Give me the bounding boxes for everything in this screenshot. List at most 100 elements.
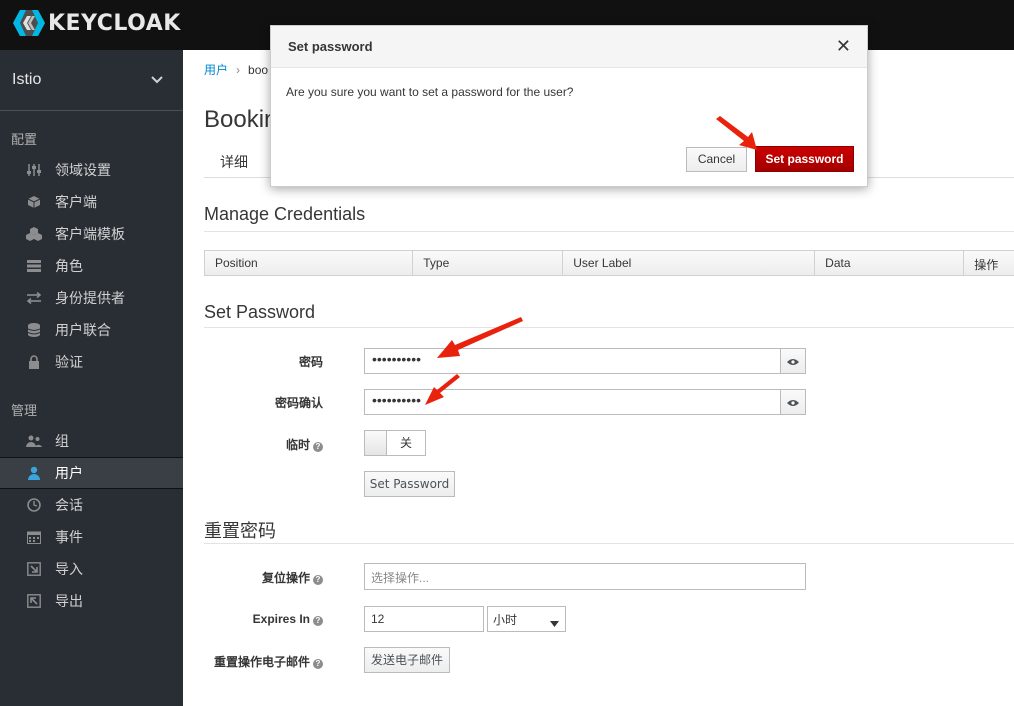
column-type: Type xyxy=(413,251,564,275)
sidebar: Istio 配置 领域设置 客户端 客户端模板 角色 身份提供者 用户联合 验证… xyxy=(0,50,183,706)
sidebar-item-label: 导出 xyxy=(55,593,83,609)
sidebar-item-authentication[interactable]: 验证 xyxy=(0,346,183,378)
column-position: Position xyxy=(205,251,414,275)
breadcrumb-separator: › xyxy=(236,63,241,77)
breadcrumb-users-link[interactable]: 用户 xyxy=(204,63,228,77)
divider xyxy=(204,231,1014,232)
sidebar-item-label: 验证 xyxy=(55,354,83,370)
sidebar-item-groups[interactable]: 组 xyxy=(0,425,183,457)
breadcrumb-current: boo xyxy=(248,63,269,77)
help-icon[interactable]: ? xyxy=(313,659,323,669)
sidebar-item-label: 用户 xyxy=(55,465,83,481)
dialog-message: Are you sure you want to set a password … xyxy=(286,85,574,99)
expires-unit-select[interactable]: 小时 xyxy=(487,606,566,632)
sidebar-item-label: 客户端 xyxy=(55,194,97,210)
column-actions: 操作 xyxy=(974,258,999,272)
keycloak-logo[interactable]: KEYCLOAK xyxy=(12,9,181,37)
reset-actions-label-row: 复位操作? xyxy=(183,569,323,586)
user-icon xyxy=(26,466,42,480)
sidebar-item-user-federation[interactable]: 用户联合 xyxy=(0,314,183,346)
password-confirm-field[interactable]: •••••••••• xyxy=(364,389,781,415)
set-password-dialog: Set password ✕ Are you sure you want to … xyxy=(270,25,868,187)
sidebar-item-users[interactable]: 用户 xyxy=(0,457,183,489)
chevron-down-icon xyxy=(550,616,559,630)
sidebar-section-config: 配置 xyxy=(11,132,38,147)
realm-selector[interactable]: Istio xyxy=(0,50,183,111)
sidebar-item-clients[interactable]: 客户端 xyxy=(0,186,183,218)
reset-password-heading: 重置密码 xyxy=(204,521,276,541)
sidebar-item-label: 用户联合 xyxy=(55,322,111,338)
realm-name: Istio xyxy=(12,71,42,88)
set-password-heading: Set Password xyxy=(204,302,316,322)
cubes-icon xyxy=(26,227,42,241)
breadcrumb: 用户 › boo xyxy=(204,61,268,78)
sidebar-item-sessions[interactable]: 会话 xyxy=(0,489,183,521)
sidebar-item-events[interactable]: 事件 xyxy=(0,521,183,553)
reset-email-label-row: 重置操作电子邮件? xyxy=(183,653,323,670)
reset-actions-label: 复位操作 xyxy=(261,571,310,585)
send-email-button[interactable]: 发送电子邮件 xyxy=(364,647,450,673)
database-icon xyxy=(26,323,42,337)
sidebar-item-label: 身份提供者 xyxy=(55,290,125,306)
toggle-knob xyxy=(365,431,387,455)
expires-in-label: Expires In xyxy=(252,612,310,626)
dialog-title: Set password xyxy=(288,39,373,54)
eye-icon xyxy=(787,354,799,369)
help-icon[interactable]: ? xyxy=(313,442,323,452)
expires-in-input[interactable]: 12 xyxy=(364,606,484,632)
password-field[interactable]: •••••••••• xyxy=(364,348,781,374)
sidebar-item-identity-providers[interactable]: 身份提供者 xyxy=(0,282,183,314)
sidebar-item-import[interactable]: 导入 xyxy=(0,553,183,585)
sidebar-item-roles[interactable]: 角色 xyxy=(0,250,183,282)
temporary-label-row: 临时? xyxy=(183,436,323,453)
exchange-icon xyxy=(26,291,42,305)
temporary-toggle[interactable]: 关 xyxy=(364,430,426,456)
temporary-label: 临时 xyxy=(285,438,310,452)
set-password-button[interactable]: Set Password xyxy=(364,471,455,497)
import-icon xyxy=(26,562,42,576)
sidebar-item-export[interactable]: 导出 xyxy=(0,585,183,617)
reset-email-label: 重置操作电子邮件 xyxy=(213,655,310,669)
reset-actions-select[interactable]: 选择操作... xyxy=(364,563,806,590)
cube-icon xyxy=(26,195,42,209)
sliders-icon xyxy=(26,163,42,177)
tab-details[interactable]: 详细 xyxy=(220,152,248,172)
column-user-label: User Label xyxy=(563,251,816,275)
page-title: Bookin xyxy=(204,106,278,133)
sidebar-item-label: 导入 xyxy=(55,561,83,577)
sidebar-item-label: 角色 xyxy=(55,258,83,274)
toggle-state: 关 xyxy=(399,436,412,450)
close-icon[interactable]: ✕ xyxy=(836,36,851,57)
cancel-button[interactable]: Cancel xyxy=(686,147,747,172)
manage-credentials-heading: Manage Credentials xyxy=(204,204,366,224)
divider xyxy=(204,543,1014,544)
list-icon xyxy=(26,259,42,273)
expires-unit-value: 小时 xyxy=(493,613,518,627)
help-icon[interactable]: ? xyxy=(313,616,323,626)
users-icon xyxy=(26,434,42,448)
credentials-table-header: Position Type User Label Data 操作 xyxy=(204,250,1014,276)
show-password-button[interactable] xyxy=(780,348,806,374)
dialog-header: Set password ✕ xyxy=(271,26,867,68)
password-label: 密码 xyxy=(298,355,323,369)
lock-icon xyxy=(26,355,42,369)
sidebar-item-label: 领域设置 xyxy=(55,162,111,178)
calendar-icon xyxy=(26,530,42,544)
show-password-confirm-button[interactable] xyxy=(780,389,806,415)
sidebar-section-manage: 管理 xyxy=(11,403,38,418)
sidebar-item-client-templates[interactable]: 客户端模板 xyxy=(0,218,183,250)
expires-in-label-row: Expires In? xyxy=(183,612,323,626)
confirm-set-password-button[interactable]: Set password xyxy=(755,146,854,172)
sidebar-item-label: 会话 xyxy=(55,497,83,513)
logo-text: KEYCLOAK xyxy=(48,10,181,36)
sidebar-item-label: 事件 xyxy=(55,529,83,545)
password-confirm-label: 密码确认 xyxy=(274,396,323,410)
sidebar-item-realm-settings[interactable]: 领域设置 xyxy=(0,154,183,186)
column-data: Data xyxy=(815,251,965,275)
help-icon[interactable]: ? xyxy=(313,575,323,585)
divider xyxy=(204,327,1014,328)
sidebar-item-label: 组 xyxy=(55,433,69,449)
export-icon xyxy=(26,594,42,608)
keycloak-logo-icon xyxy=(12,9,46,37)
clock-icon xyxy=(26,498,42,512)
